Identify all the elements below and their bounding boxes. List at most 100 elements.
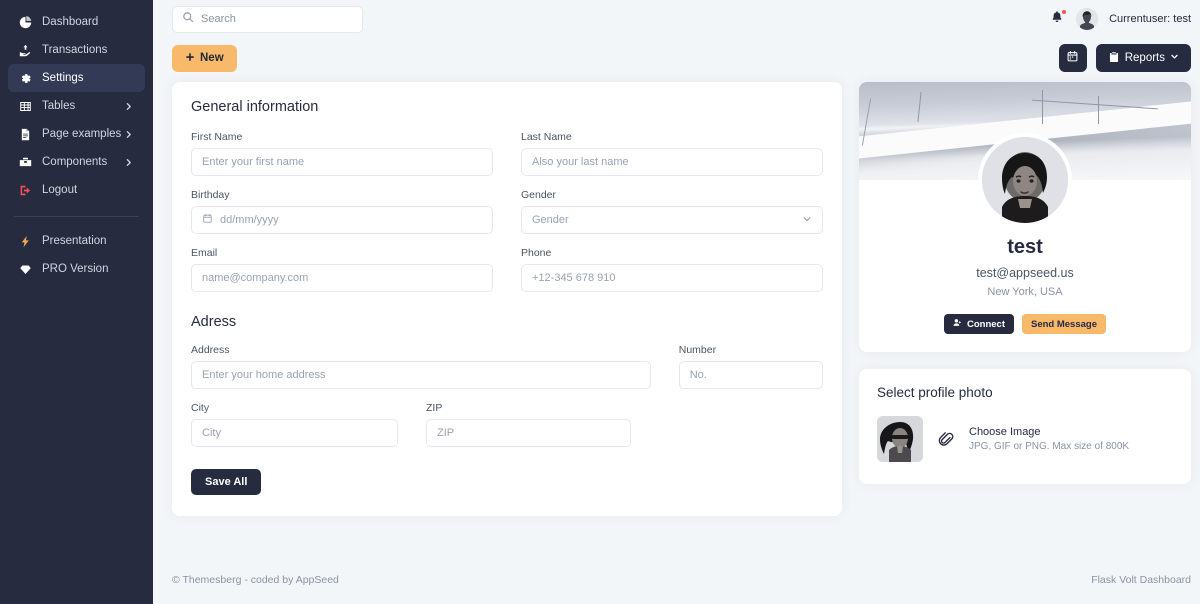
- pie-chart-icon: [18, 15, 32, 29]
- footer-right-text: Flask Volt Dashboard: [1091, 574, 1191, 586]
- table-icon: [18, 99, 32, 113]
- gear-icon: [18, 71, 32, 85]
- address-section-title: Adress: [191, 314, 237, 330]
- form-row-city-zip: City ZIP: [191, 402, 823, 447]
- calendar-icon: [1066, 50, 1079, 66]
- logout-icon: [18, 183, 32, 197]
- sidebar-item-label: Logout: [42, 184, 78, 196]
- save-all-button[interactable]: Save All: [191, 469, 262, 495]
- topbar-right: Currentuser: test: [1049, 8, 1191, 30]
- sidebar-item-components[interactable]: Components: [8, 148, 145, 176]
- sidebar-item-label: Settings: [42, 72, 84, 84]
- profile-actions: Connect Send Message: [877, 314, 1173, 334]
- sidebar-item-page-examples[interactable]: Page examples: [8, 120, 145, 148]
- last-name-input-wrap[interactable]: [521, 148, 823, 176]
- first-name-label: First Name: [191, 131, 243, 143]
- paperclip-icon: [937, 431, 955, 448]
- last-name-label: Last Name: [521, 131, 572, 143]
- profile-cover-image: [859, 82, 1191, 227]
- field-first-name: First Name: [191, 131, 493, 176]
- search-box[interactable]: [172, 5, 363, 33]
- sidebar: Dashboard Transactions Settings Tables P…: [0, 0, 153, 604]
- photo-hint: JPG, GIF or PNG. Max size of 800K: [969, 441, 1130, 452]
- choose-image-link[interactable]: Choose Image: [969, 426, 1129, 438]
- cover-detail: [1041, 89, 1043, 124]
- sidebar-item-label: Dashboard: [42, 16, 99, 28]
- photo-thumbnail: [877, 416, 923, 462]
- city-input-wrap[interactable]: [191, 419, 398, 447]
- field-last-name: Last Name: [521, 131, 823, 176]
- calendar-icon: [202, 211, 213, 229]
- notifications-button[interactable]: [1049, 9, 1068, 28]
- new-button-label: New: [200, 52, 224, 64]
- chevron-right-icon: [124, 158, 133, 167]
- address-label: Address: [191, 344, 230, 356]
- email-input[interactable]: [202, 272, 482, 284]
- lightning-bolt-icon: [18, 234, 32, 248]
- first-name-input-wrap[interactable]: [191, 148, 493, 176]
- user-plus-icon: [953, 318, 962, 330]
- email-input-wrap[interactable]: [191, 264, 493, 292]
- avatar[interactable]: [1076, 8, 1099, 30]
- city-input[interactable]: [202, 427, 387, 439]
- address-input-wrap[interactable]: [191, 361, 651, 389]
- profile-card: test test@appseed.us New York, USA Conne…: [859, 82, 1191, 352]
- field-city: City: [191, 402, 398, 447]
- search-input[interactable]: [201, 13, 353, 25]
- field-phone: Phone: [521, 247, 823, 292]
- sidebar-item-label: Transactions: [42, 44, 108, 56]
- app-root: Dashboard Transactions Settings Tables P…: [0, 0, 1200, 604]
- zip-input[interactable]: [437, 427, 620, 439]
- sidebar-item-transactions[interactable]: Transactions: [8, 36, 145, 64]
- sidebar-item-dashboard[interactable]: Dashboard: [8, 8, 145, 36]
- calendar-button[interactable]: [1058, 44, 1087, 72]
- first-name-input[interactable]: [202, 156, 482, 168]
- new-button[interactable]: New: [172, 44, 237, 72]
- footer-left-text: © Themesberg - coded by AppSeed: [172, 574, 339, 586]
- connect-button[interactable]: Connect: [944, 314, 1014, 334]
- gender-select-wrap[interactable]: Gender: [521, 206, 823, 234]
- topbar: Currentuser: test: [153, 0, 1200, 38]
- sidebar-item-logout[interactable]: Logout: [8, 176, 145, 204]
- field-number: Number: [678, 344, 823, 389]
- hand-holding-icon: [18, 43, 32, 57]
- send-message-button[interactable]: Send Message: [1022, 314, 1106, 334]
- last-name-input[interactable]: [532, 156, 812, 168]
- sidebar-item-settings[interactable]: Settings: [8, 64, 145, 92]
- sidebar-item-pro-version[interactable]: PRO Version: [8, 255, 145, 283]
- city-label: City: [191, 402, 210, 414]
- birthday-input-wrap[interactable]: [191, 206, 493, 234]
- profile-avatar: [978, 133, 1072, 227]
- toolbox-icon: [18, 155, 32, 169]
- sidebar-item-tables[interactable]: Tables: [8, 92, 145, 120]
- birthday-input[interactable]: [220, 214, 482, 226]
- chevron-down-icon: [802, 211, 812, 229]
- birthday-label: Birthday: [191, 189, 230, 201]
- sidebar-item-presentation[interactable]: Presentation: [8, 227, 145, 255]
- zip-label: ZIP: [426, 402, 443, 414]
- email-label: Email: [191, 247, 218, 259]
- profile-email: test@appseed.us: [976, 266, 1074, 280]
- phone-input-wrap[interactable]: [521, 264, 823, 292]
- form-row-name: First Name Last Name: [191, 131, 823, 176]
- current-user-label: Currentuser: test: [1109, 13, 1191, 25]
- zip-input-wrap[interactable]: [426, 419, 631, 447]
- chevron-right-icon: [124, 130, 133, 139]
- general-information-card: General information First Name Last Name: [172, 82, 842, 516]
- address-input[interactable]: [202, 369, 640, 381]
- cover-detail: [917, 91, 922, 122]
- chevron-right-icon: [124, 102, 133, 111]
- sidebar-item-label: Page examples: [42, 128, 122, 140]
- reports-dropdown-button[interactable]: Reports: [1095, 44, 1191, 72]
- sidebar-item-label: Tables: [42, 100, 76, 112]
- number-input-wrap[interactable]: [678, 361, 823, 389]
- cover-detail: [1031, 99, 1158, 109]
- general-information-title: General information: [191, 99, 319, 115]
- number-label: Number: [678, 344, 717, 356]
- sidebar-item-label: Presentation: [42, 235, 107, 247]
- footer: © Themesberg - coded by AppSeed Flask Vo…: [153, 556, 1200, 604]
- phone-input[interactable]: [532, 272, 812, 284]
- field-address: Address: [191, 344, 651, 389]
- field-zip: ZIP: [426, 402, 631, 447]
- number-input[interactable]: [689, 369, 812, 381]
